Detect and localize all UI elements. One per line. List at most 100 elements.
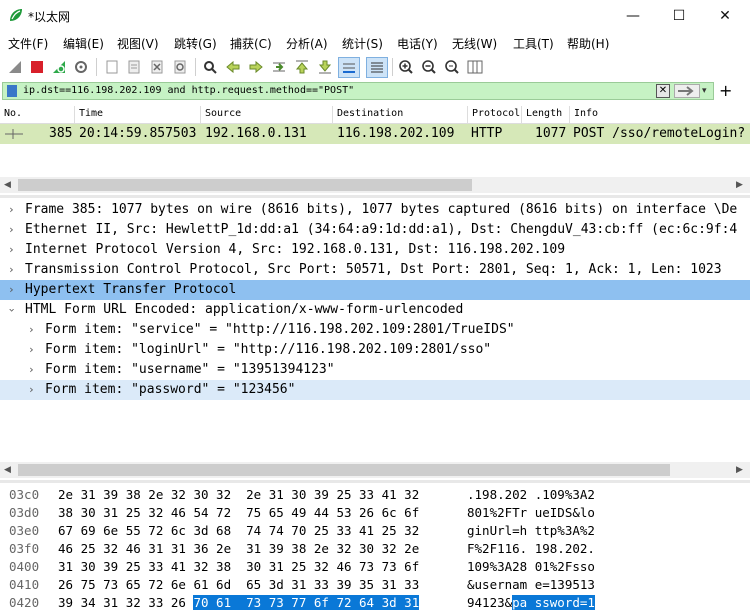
expand-arrow-icon[interactable]: › [8,260,15,280]
save-file-button[interactable] [124,57,144,77]
collapse-arrow-icon[interactable]: › [1,307,21,314]
pane-splitter[interactable] [0,195,750,198]
byte-ascii[interactable]: 801%2FTr ueIDS&lo [467,503,595,523]
arrow-left-icon [226,60,240,74]
stop-capture-button[interactable] [27,57,47,77]
display-filter-input[interactable]: ip.dst==116.198.202.109 and http.request… [2,82,714,100]
detail-ip[interactable]: › Internet Protocol Version 4, Src: 192.1… [0,240,750,260]
expand-arrow-icon[interactable]: › [28,340,35,360]
menu-analyze[interactable]: 分析(A) [286,35,328,52]
zoom-in-button[interactable] [396,57,416,77]
byte-hex-selected[interactable]: 70 61 73 73 77 6f 72 64 3d 31 [193,595,420,610]
col-header-destination[interactable]: Destination [333,106,468,124]
expand-arrow-icon[interactable]: › [8,240,15,260]
menu-telephony[interactable]: 电话(Y) [397,35,438,52]
col-header-length[interactable]: Length [522,106,570,124]
col-header-source[interactable]: Source [201,106,333,124]
col-header-time[interactable]: Time [75,106,201,124]
scroll-left-icon[interactable]: ◀ [4,465,11,475]
detail-form-encoded[interactable]: › HTML Form URL Encoded: application/x-ww… [0,300,750,320]
go-to-packet-button[interactable] [269,57,289,77]
scroll-right-icon[interactable]: ▶ [736,465,743,475]
expand-arrow-icon[interactable]: › [28,360,35,380]
byte-ascii[interactable]: .198.202 .109%3A2 [467,485,595,505]
byte-ascii[interactable]: ginUrl=h ttp%3A%2 [467,521,595,541]
minimize-button[interactable]: — [610,0,656,31]
detail-tcp[interactable]: › Transmission Control Protocol, Src Port… [0,260,750,280]
expand-arrow-icon[interactable]: › [28,320,35,340]
zoom-out-button[interactable] [419,57,439,77]
find-packet-button[interactable] [200,57,220,77]
scroll-right-icon[interactable]: ▶ [736,180,743,190]
detail-http[interactable]: › Hypertext Transfer Protocol [0,280,750,300]
menu-view[interactable]: 视图(V) [117,35,159,52]
zoom-reset-button[interactable] [442,57,462,77]
auto-scroll-button[interactable] [338,57,360,78]
menu-statistics[interactable]: 统计(S) [342,35,383,52]
menu-capture[interactable]: 捕获(C) [230,35,272,52]
first-packet-button[interactable] [292,57,312,77]
go-back-button[interactable] [223,57,243,77]
scrollbar-thumb[interactable] [18,464,670,476]
detail-ethernet[interactable]: › Ethernet II, Src: HewlettP_1d:dd:a1 (34… [0,220,750,240]
byte-ascii[interactable]: &usernam e=139513 [467,575,595,595]
byte-hex[interactable]: 46 25 32 46 31 31 36 2e 31 39 38 2e 32 3… [58,539,419,559]
detail-frame[interactable]: › Frame 385: 1077 bytes on wire (8616 bit… [0,200,750,220]
col-header-info[interactable]: Info [570,106,750,124]
bookmark-icon[interactable] [7,85,17,97]
byte-ascii[interactable]: 94123& [467,595,512,610]
restart-capture-button[interactable] [49,57,69,77]
menu-file[interactable]: 文件(F) [8,35,48,52]
byte-hex[interactable]: 31 30 39 25 33 41 32 38 30 31 25 32 46 7… [58,557,419,577]
menu-wireless[interactable]: 无线(W) [452,35,497,52]
byte-hex[interactable]: 38 30 31 25 32 46 54 72 75 65 49 44 53 2… [58,503,419,523]
start-capture-button[interactable] [5,57,25,77]
details-hscrollbar[interactable]: ◀ ▶ [0,462,750,478]
menu-edit[interactable]: 编辑(E) [63,35,104,52]
detail-form-service[interactable]: › Form item: "service" = "http://116.198.… [0,320,750,340]
last-packet-button[interactable] [315,57,335,77]
scroll-left-icon[interactable]: ◀ [4,180,11,190]
maximize-button[interactable]: ☐ [656,0,702,31]
byte-hex[interactable]: 39 34 31 32 33 26 [58,595,193,610]
pane-splitter[interactable] [0,480,750,483]
packet-row[interactable]: 385 20:14:59.857503 192.168.0.131 116.19… [0,124,750,144]
detail-text: Hypertext Transfer Protocol [25,282,237,297]
clear-filter-icon[interactable]: ✕ [656,84,670,98]
filter-history-dropdown[interactable]: ▾ [702,86,707,96]
expand-arrow-icon[interactable]: › [8,280,15,300]
byte-ascii[interactable]: F%2F116. 198.202. [467,539,595,559]
colorize-button[interactable] [366,57,388,78]
col-header-no[interactable]: No. [0,106,75,124]
menu-tools[interactable]: 工具(T) [513,35,554,52]
col-header-protocol[interactable]: Protocol [468,106,522,124]
resize-columns-button[interactable] [465,57,485,77]
open-file-button[interactable] [102,57,122,77]
colorize-icon [371,62,383,72]
byte-hex[interactable]: 67 69 6e 55 72 6c 3d 68 74 74 70 25 33 4… [58,521,419,541]
add-filter-button[interactable]: + [719,82,732,100]
wireshark-app-icon [10,9,22,21]
apply-filter-button[interactable] [674,84,700,98]
capture-options-button[interactable] [71,57,91,77]
close-button[interactable]: ✕ [702,0,748,31]
expand-arrow-icon[interactable]: › [28,380,35,400]
byte-ascii-selected[interactable]: pa ssword=1 [512,595,595,610]
resize-columns-icon [467,60,483,74]
detail-form-password[interactable]: › Form item: "password" = "123456" [0,380,750,400]
scrollbar-thumb[interactable] [18,179,472,191]
go-forward-button[interactable] [246,57,266,77]
byte-hex[interactable]: 26 75 73 65 72 6e 61 6d 65 3d 31 33 39 3… [58,575,419,595]
byte-hex[interactable]: 2e 31 39 38 2e 32 30 32 2e 31 30 39 25 3… [58,485,419,505]
byte-ascii[interactable]: 109%3A28 01%2Fsso [467,557,595,577]
menu-go[interactable]: 跳转(G) [174,35,217,52]
menu-help[interactable]: 帮助(H) [567,35,609,52]
expand-arrow-icon[interactable]: › [8,220,15,240]
close-file-button[interactable] [147,57,167,77]
packet-list-hscrollbar[interactable]: ◀ ▶ [0,177,750,193]
expand-arrow-icon[interactable]: › [8,200,15,220]
reload-file-button[interactable] [170,57,190,77]
detail-form-username[interactable]: › Form item: "username" = "13951394123" [0,360,750,380]
goto-icon [273,62,285,72]
detail-form-loginurl[interactable]: › Form item: "loginUrl" = "http://116.198… [0,340,750,360]
